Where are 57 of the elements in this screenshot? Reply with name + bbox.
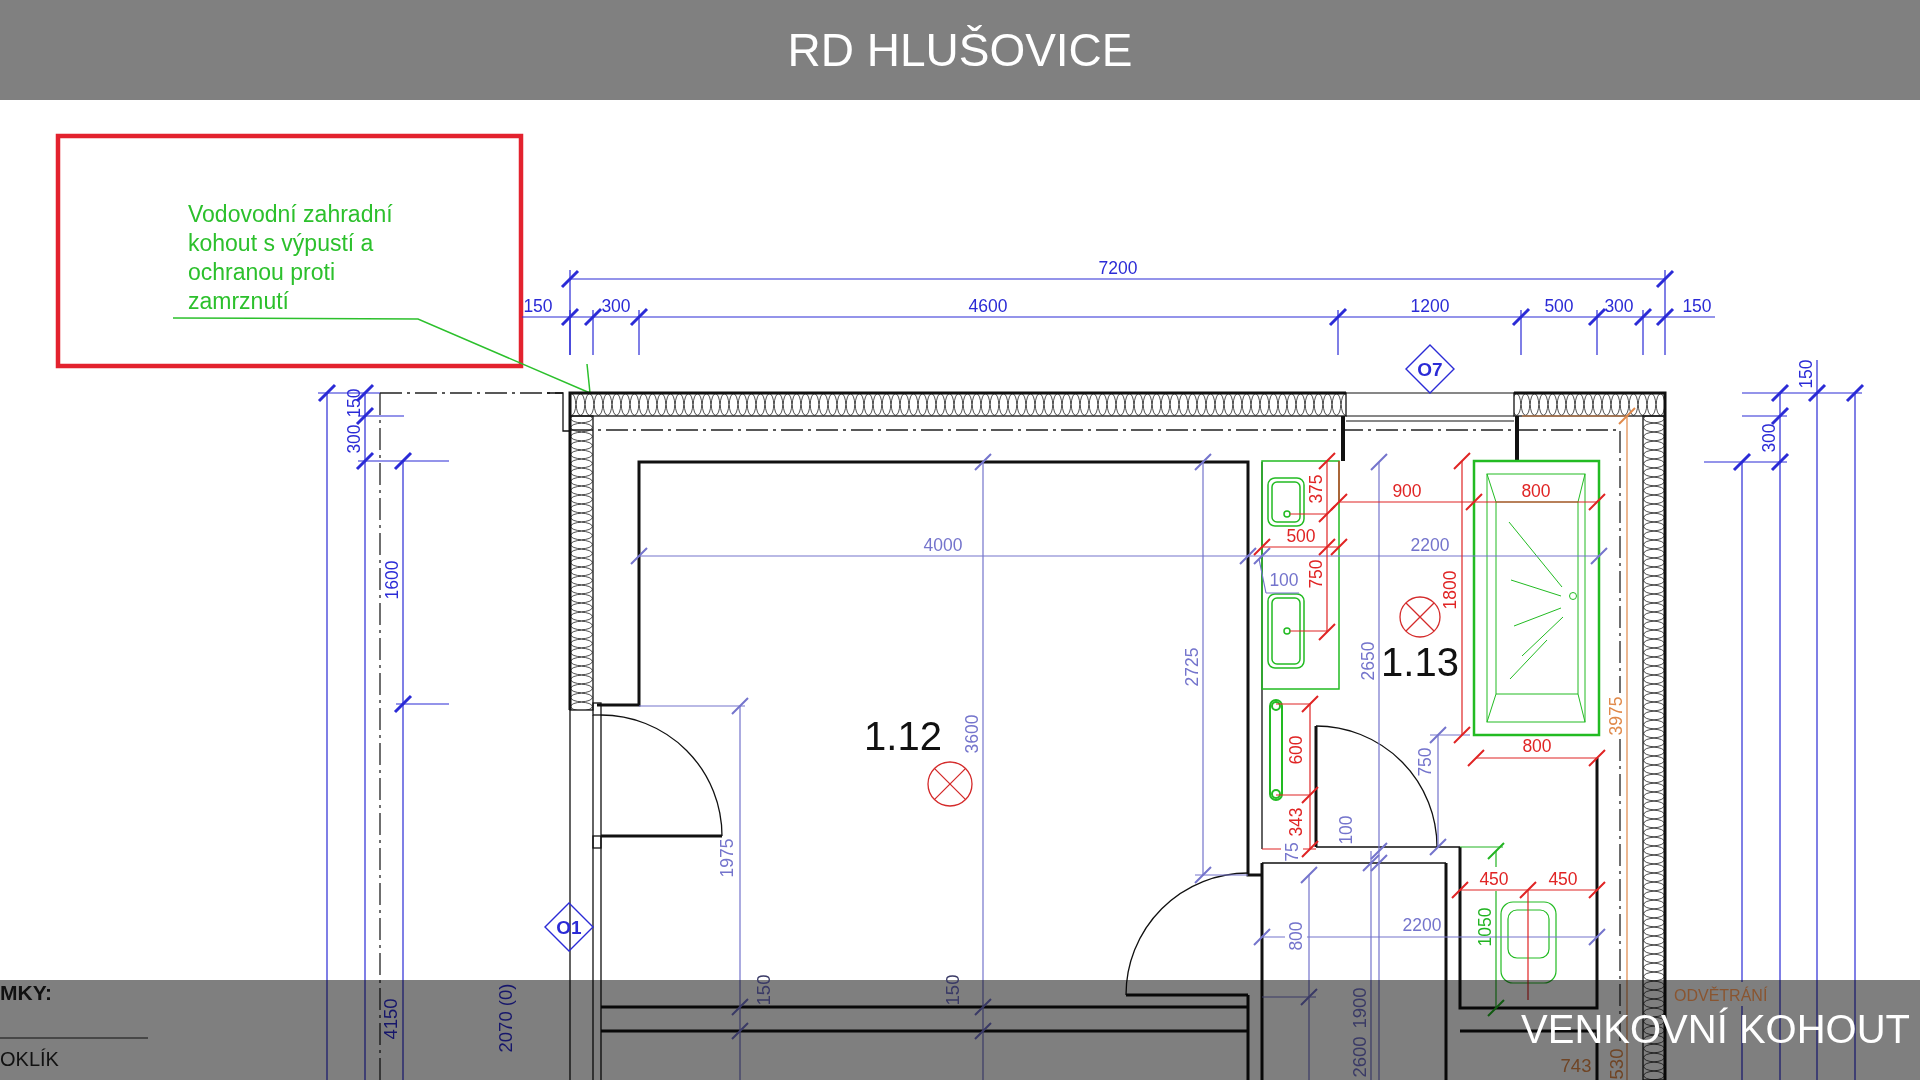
dimension-label: 800 [1522, 736, 1552, 756]
dimension-label: 150 [1682, 296, 1712, 316]
dimension-label: 1600 [382, 560, 402, 600]
dimension-label: 300 [344, 424, 364, 454]
dimension-label: 150 [941, 974, 963, 1006]
dimension-label: 2600 [1348, 1036, 1370, 1078]
dimension-label: 7200 [1098, 258, 1138, 278]
dimension-label: 4150 [379, 998, 401, 1040]
window-tag: O7 [1405, 344, 1455, 394]
dimension-label: 75 [1282, 842, 1302, 862]
dimension-label: 150 [523, 296, 553, 316]
dimension-label: 2200 [1410, 535, 1450, 555]
room-number: 1.13 [1381, 640, 1459, 684]
dimension-label: 4600 [968, 296, 1008, 316]
dimension-label: 1975 [717, 838, 737, 878]
dimension-label: 300 [1759, 423, 1779, 453]
dimension-label: 300 [1604, 296, 1634, 316]
dimension-label: 743 [1560, 1054, 1592, 1076]
dimension-label: 100 [1336, 815, 1356, 845]
dimension-label: 150 [1796, 359, 1816, 389]
crossed-circle-icon [1399, 596, 1441, 638]
dimension-label: 800 [1286, 921, 1306, 951]
dimension-label: 1050 [1475, 907, 1495, 947]
dimension-label: 600 [1286, 735, 1306, 765]
dimension-label: 530 [1605, 1048, 1627, 1080]
dimension-label: 343 [1286, 807, 1306, 837]
dimension-label: 3600 [962, 714, 982, 754]
dimension-label: 2070 (0) [494, 983, 516, 1053]
dimension-label: 1900 [1348, 987, 1370, 1029]
legend-heading: MKY: [0, 981, 53, 1004]
dimension-label: 2200 [1402, 915, 1442, 935]
dimension-label: 2725 [1182, 647, 1202, 687]
dimension-label: 1800 [1440, 570, 1460, 610]
dimension-label: 500 [1544, 296, 1574, 316]
callout-note: Vodovodní zahradní kohout s výpustí a ochranou proti zamrznutí [188, 201, 393, 314]
dimension-label: 750 [1415, 747, 1435, 777]
dimension-label: 3975 [1606, 696, 1626, 736]
dimension-label: 900 [1392, 481, 1422, 501]
dimension-label: 500 [1286, 526, 1316, 546]
dimension-label: 450 [1479, 869, 1509, 889]
washbasin [1267, 477, 1305, 527]
dimension-label: 800 [1521, 481, 1551, 501]
crossed-circle-icon [927, 761, 973, 807]
page-title: RD HLUŠOVICE [787, 24, 1133, 76]
dimension-label: 300 [601, 296, 631, 316]
plan-note: ODVĚTRÁNÍ [1674, 986, 1768, 1004]
dimension-label: 1200 [1410, 296, 1450, 316]
dimension-label: 2650 [1358, 641, 1378, 681]
dimension-label: 750 [1306, 559, 1326, 589]
dimension-label: 100 [1269, 570, 1299, 590]
dimension-label: 150 [752, 974, 774, 1006]
dimension-label: 4000 [923, 535, 963, 555]
dimension-label: 450 [1548, 869, 1578, 889]
dimension-label: 375 [1306, 474, 1326, 504]
dimension-label: 150 [344, 388, 364, 418]
room-number: 1.12 [864, 714, 942, 758]
legend-item: OKLÍK [0, 1048, 59, 1070]
